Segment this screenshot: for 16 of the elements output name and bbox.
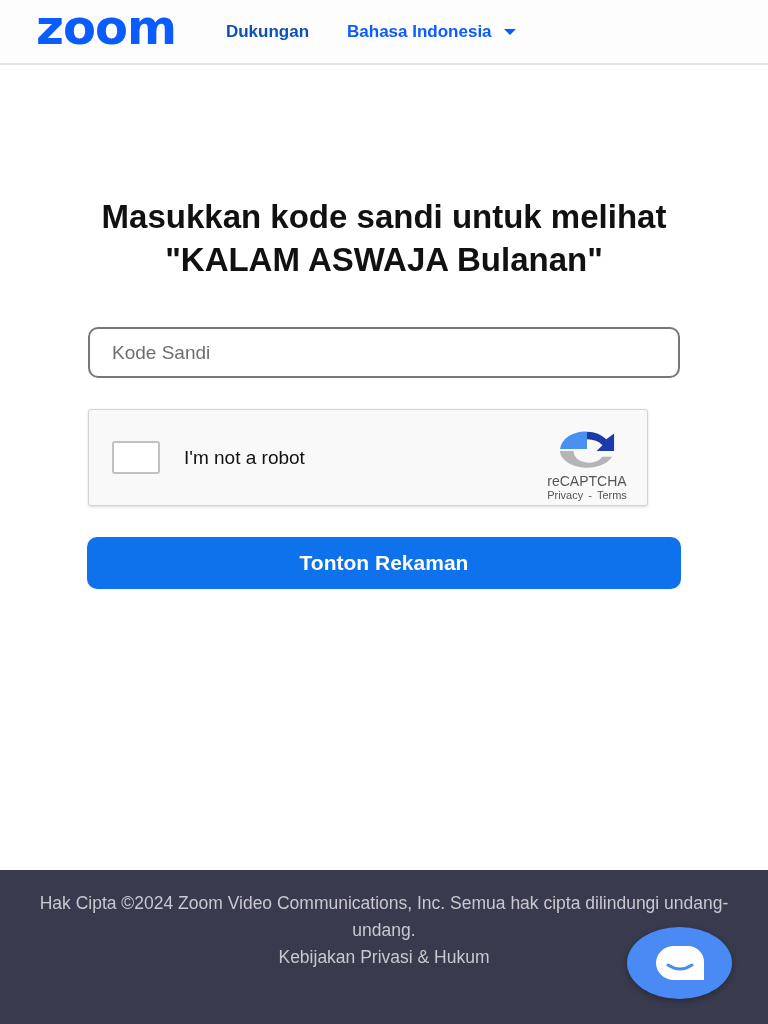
link-separator: - — [588, 488, 592, 501]
terms-link[interactable]: Terms — [596, 488, 627, 501]
support-link[interactable]: Dukungan — [225, 21, 309, 42]
page-heading: Masukkan kode sandi untuk melihat "KALAM ASWAJA Bulanan" — [100, 197, 668, 280]
logo[interactable]: zoom — [36, 2, 176, 51]
passcode-field[interactable]: Kode Sandi — [88, 327, 680, 378]
chat-bubble-icon — [653, 944, 706, 982]
watch-recording-button[interactable]: Tonton Rekaman — [87, 537, 681, 589]
caret-icon — [503, 28, 516, 35]
recaptcha-label: reCAPTCHA — [547, 472, 627, 489]
copyright-text: Hak Cipta ©2024 Zoom Video Communications, Inc. Semua hak cipta dilindungi undang-undang. — [38, 892, 730, 942]
language-dropdown[interactable]: Bahasa Indonesia — [347, 21, 516, 42]
captcha-checkbox[interactable] — [112, 441, 160, 474]
privacy-link[interactable]: Privacy — [547, 488, 584, 501]
captcha-label: I'm not a robot — [184, 446, 306, 469]
privacy-legal-link[interactable]: Kebijakan Privasi & Hukum — [278, 944, 490, 971]
